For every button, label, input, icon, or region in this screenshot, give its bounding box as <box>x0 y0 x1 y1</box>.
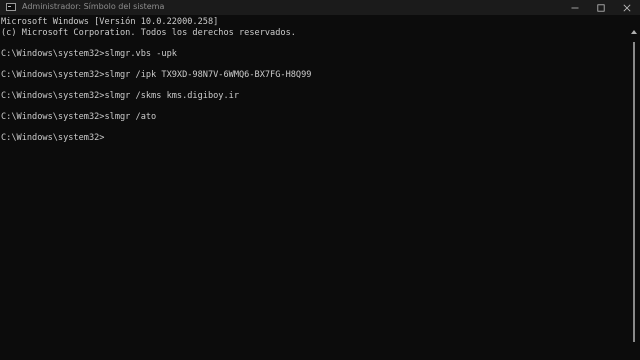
console-line: C:\Windows\system32>slmgr /ipk TX9XD-98N… <box>1 69 312 80</box>
maximize-button[interactable] <box>588 0 614 15</box>
title-bar[interactable]: Administrador: Símbolo del sistema <box>0 0 640 15</box>
window-controls <box>562 0 640 15</box>
close-button[interactable] <box>614 0 640 15</box>
console-icon <box>6 3 16 11</box>
console-line: Microsoft Windows [Versión 10.0.22000.25… <box>1 17 219 27</box>
console-line: C:\Windows\system32>slmgr /skms kms.digi… <box>1 90 239 101</box>
close-icon <box>623 4 631 11</box>
window-title: Administrador: Símbolo del sistema <box>22 2 165 11</box>
scroll-up-arrow-icon[interactable] <box>631 30 637 34</box>
command-prompt-window: Administrador: Símbolo del sistema Micro… <box>0 0 640 360</box>
minimize-icon <box>571 7 579 8</box>
vertical-scrollbar[interactable] <box>628 15 640 360</box>
console-prompt-line[interactable]: C:\Windows\system32> <box>1 133 628 144</box>
scrollbar-thumb[interactable] <box>633 42 635 342</box>
console-line: (c) Microsoft Corporation. Todos los der… <box>1 27 296 38</box>
maximize-icon <box>597 3 605 12</box>
console-line: C:\Windows\system32>slmgr /ato <box>1 111 157 122</box>
minimize-button[interactable] <box>562 0 588 15</box>
console-line: C:\Windows\system32>slmgr.vbs -upk <box>1 48 177 59</box>
console-output[interactable]: Microsoft Windows [Versión 10.0.22000.25… <box>0 15 628 360</box>
